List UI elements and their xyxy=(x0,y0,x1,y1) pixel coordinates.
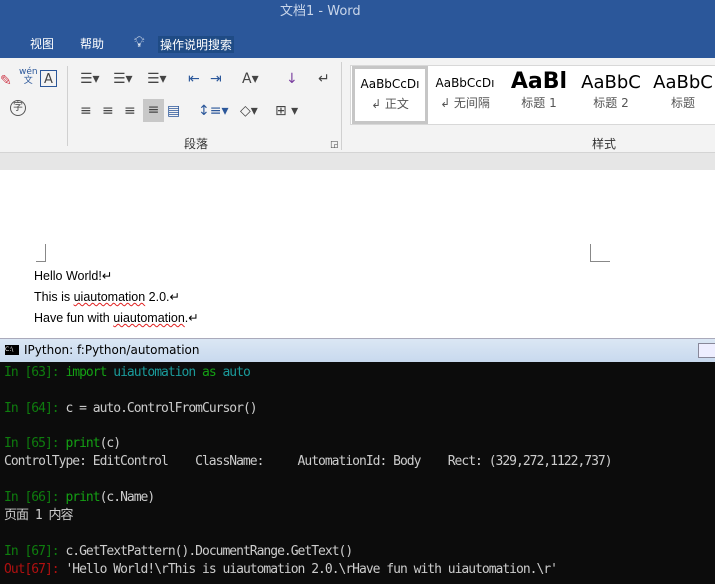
document-page[interactable]: Hello World!↵ This is uiautomation 2.0.↵… xyxy=(0,170,715,334)
increase-indent-icon[interactable]: ⇥ xyxy=(210,70,222,88)
enclose-character-icon[interactable]: 字 xyxy=(10,100,26,116)
styles-gallery: AaBbCcDı ↲ 正文 AaBbCcDı ↲ 无间隔 AaBl 标题 1 AaBb… xyxy=(350,65,715,125)
align-center-icon[interactable]: ≡ xyxy=(102,102,114,120)
console-text: 页面 1 内容 xyxy=(4,508,73,523)
console-text: ControlType: EditControl ClassName: Auto… xyxy=(4,454,613,469)
align-left-icon[interactable]: ≡ xyxy=(80,102,92,120)
console-line: In [65]: print(c) xyxy=(4,435,122,453)
borders-icon[interactable]: ⊞ ▾ xyxy=(275,102,298,120)
document-line[interactable]: This is uiautomation 2.0.↵ xyxy=(34,289,180,304)
console-text: (c.Name) xyxy=(99,490,156,505)
justify-icon[interactable]: ≡ xyxy=(143,99,164,122)
align-right-icon[interactable]: ≡ xyxy=(124,102,136,120)
chinese-layout-icon[interactable]: A▾ xyxy=(242,70,259,88)
console-text: 'Hello World!\rThis is uiautomation 2.0.… xyxy=(65,562,558,577)
console-line: In [66]: print(c.Name) xyxy=(4,489,156,507)
styles-group-label: 样式 xyxy=(592,137,617,151)
input-prompt: In [64]: xyxy=(4,401,66,416)
bullets-icon[interactable]: ☰▾ xyxy=(80,70,100,88)
style-heading-2[interactable]: AaBbC 标题 2 xyxy=(573,66,649,124)
character-border-icon[interactable]: A xyxy=(40,70,57,87)
console-text: print xyxy=(65,490,100,505)
console-text: uiautomation xyxy=(113,365,202,380)
style-normal[interactable]: AaBbCcDı ↲ 正文 xyxy=(352,66,428,124)
output-prompt: Out[67]: xyxy=(4,562,66,577)
ruler-strip xyxy=(0,153,715,170)
console-text: c = auto.ControlFromCursor() xyxy=(65,401,257,416)
show-marks-icon[interactable]: ↵ xyxy=(318,70,330,88)
window-title: 文档1 - Word xyxy=(280,4,361,19)
style-heading-1[interactable]: AaBl 标题 1 xyxy=(501,66,577,124)
console-text: (c) xyxy=(99,436,122,451)
minimize-button[interactable] xyxy=(698,343,715,358)
phonetic-guide-icon[interactable]: wén 文 xyxy=(19,68,38,86)
console-line: Out[67]: 'Hello World!\rThis is uiautoma… xyxy=(4,561,558,579)
style-no-spacing[interactable]: AaBbCcDı ↲ 无间隔 xyxy=(427,66,503,124)
sort-icon[interactable]: ↓ xyxy=(286,70,298,88)
console-title: IPython: f:Python/automation xyxy=(24,343,200,357)
ribbon: ✎ wén 文 A 字 ☰▾ ☰▾ ☰▾ ⇤ ⇥ A▾ ↓ ↵ ≡ ≡ ≡ ≡ … xyxy=(0,58,715,153)
console-text: print xyxy=(65,436,100,451)
paragraph-group-label: 段落 xyxy=(184,137,209,151)
console-text: c.GetTextPattern().DocumentRange.GetText… xyxy=(65,544,353,559)
title-bar: 文档1 - Word xyxy=(0,0,715,30)
menu-bar: 视图 帮助 💡︎ 操作说明搜索 xyxy=(0,30,715,58)
console-line: ControlType: EditControl ClassName: Auto… xyxy=(4,453,613,471)
input-prompt: In [67]: xyxy=(4,544,66,559)
distributed-icon[interactable]: ▤ xyxy=(167,102,180,120)
console-icon: C:\ xyxy=(5,345,19,355)
numbering-icon[interactable]: ☰▾ xyxy=(113,70,133,88)
menu-view[interactable]: 视图 xyxy=(30,35,54,52)
input-prompt: In [63]: xyxy=(4,365,66,380)
eraser-icon[interactable]: ✎ xyxy=(0,72,12,90)
console-line: In [64]: c = auto.ControlFromCursor() xyxy=(4,400,258,418)
console-line: 页面 1 内容 xyxy=(4,507,73,525)
multilevel-list-icon[interactable]: ☰▾ xyxy=(147,70,167,88)
input-prompt: In [65]: xyxy=(4,436,66,451)
tell-me-search[interactable]: 操作说明搜索 xyxy=(158,36,235,53)
shading-icon[interactable]: ◇▾ xyxy=(240,102,258,120)
console-text: as xyxy=(202,365,223,380)
input-prompt: In [66]: xyxy=(4,490,66,505)
style-title[interactable]: AaBbC 标题 xyxy=(645,66,715,124)
console-text: auto xyxy=(222,365,250,380)
console-title-bar: C:\ IPython: f:Python/automation xyxy=(0,338,715,362)
console-text: import xyxy=(65,365,114,380)
decrease-indent-icon[interactable]: ⇤ xyxy=(188,70,200,88)
document-line[interactable]: Have fun with uiautomation.↵ xyxy=(34,310,199,325)
console-line: In [63]: import uiautomation as auto xyxy=(4,364,251,382)
document-line[interactable]: Hello World!↵ xyxy=(34,268,112,283)
line-spacing-icon[interactable]: ↕≡▾ xyxy=(198,102,229,120)
menu-help[interactable]: 帮助 xyxy=(80,35,104,52)
lightbulb-icon: 💡︎ xyxy=(134,33,145,51)
console-output[interactable]: In [63]: import uiautomation as auto In [… xyxy=(0,362,715,584)
console-line: In [67]: c.GetTextPattern().DocumentRang… xyxy=(4,543,353,561)
paragraph-dialog-launcher-icon[interactable]: ◲ xyxy=(330,136,339,154)
